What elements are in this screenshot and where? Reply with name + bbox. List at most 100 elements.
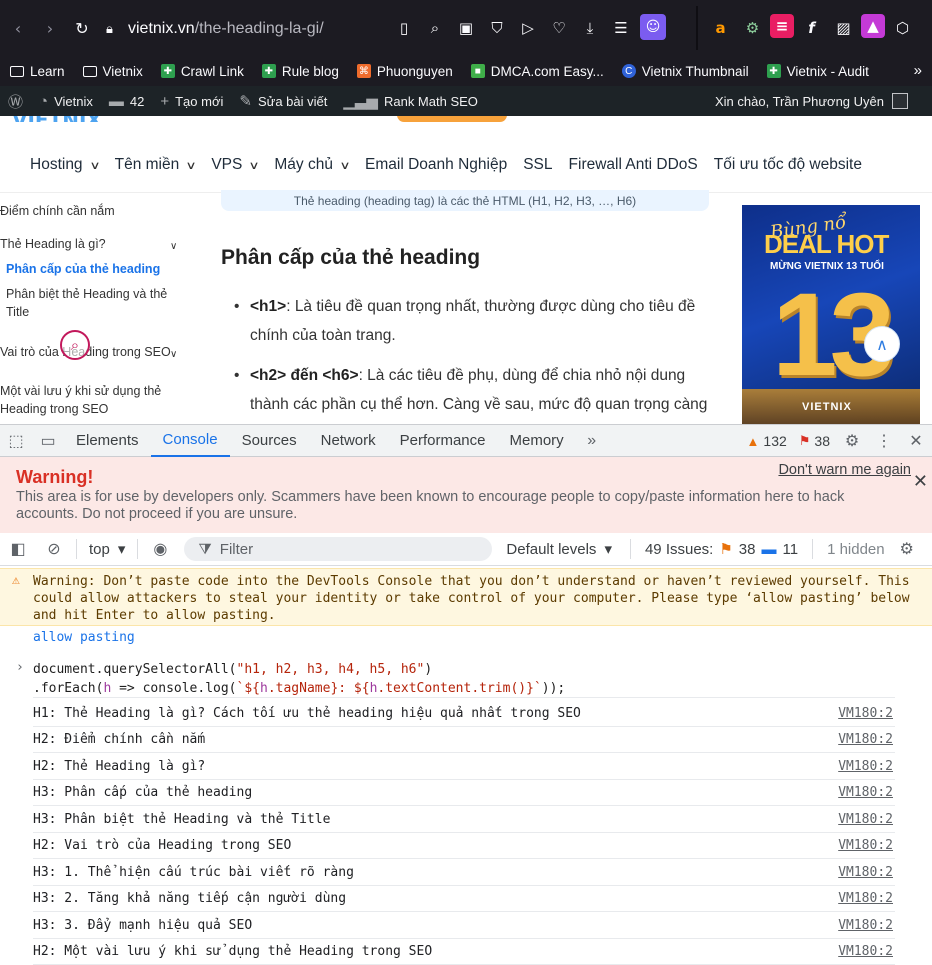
source-link[interactable]: VM180:2	[838, 865, 893, 880]
chevron-down-icon[interactable]: ∨	[170, 241, 177, 252]
header-cta-button[interactable]	[397, 116, 507, 122]
android-extension-icon[interactable]: ⚙	[738, 14, 767, 42]
tab-elements[interactable]: Elements	[64, 425, 151, 457]
bookmark-vietnix-audit[interactable]: ✚ Vietnix - Audit	[766, 64, 869, 79]
nav-item-firewall[interactable]: Firewall Anti DDoS	[569, 156, 698, 174]
screenshot-icon[interactable]: ▣	[452, 14, 480, 42]
source-link[interactable]: VM180:2	[838, 759, 893, 774]
source-link[interactable]: VM180:2	[838, 785, 893, 800]
nav-item-server[interactable]: Máy chủ ∨	[274, 156, 351, 174]
sidebar-toggle-icon[interactable]: ◧	[0, 533, 36, 565]
promo-banner[interactable]: Bùng nổ DEAL HOT MỪNG VIETNIX 13 TUỔI 13…	[742, 205, 920, 424]
site-logo[interactable]: VIETNIX	[12, 116, 142, 122]
extensions-icon[interactable]: ⬡	[888, 14, 917, 42]
heart-icon[interactable]: ♡	[545, 14, 573, 42]
bookmark-rule-blog[interactable]: ✚ Rule blog	[261, 64, 339, 79]
nav-item-hosting[interactable]: Hosting ∨	[30, 156, 100, 174]
play-icon[interactable]: ▷	[514, 14, 542, 42]
bookmarks-overflow-button[interactable]: »	[914, 62, 922, 79]
reload-icon[interactable]: ↻	[68, 14, 96, 42]
tab-sources[interactable]: Sources	[230, 425, 309, 457]
source-link[interactable]: VM180:2	[838, 944, 893, 959]
reader-view-icon[interactable]: ▯	[390, 14, 418, 42]
warnings-badge[interactable]: ▲ 132	[741, 433, 793, 449]
filter-input[interactable]: ⧩ Filter	[184, 537, 493, 561]
tab-network[interactable]: Network	[309, 425, 388, 457]
nav-item-email[interactable]: Email Doanh Nghiệp	[365, 156, 507, 174]
zoom-icon[interactable]: ⌕	[421, 14, 449, 42]
bookmark-dmca[interactable]: ■ DMCA.com Easy...	[470, 64, 604, 79]
wp-account-menu[interactable]: Xin chào, Trần Phương Uyên	[715, 86, 908, 116]
bookmark-learn[interactable]: Learn	[10, 64, 65, 79]
sheets-icon: ✚	[160, 64, 175, 78]
source-link[interactable]: VM180:2	[838, 838, 893, 853]
eye-icon[interactable]: ◉	[142, 533, 178, 565]
toc-item-notes-cont[interactable]: Heading trong SEO	[0, 402, 108, 416]
bookmark-vietnix-thumbnail[interactable]: C Vietnix Thumbnail	[621, 64, 749, 79]
wp-site-link[interactable]: ◔ Vietnix	[31, 93, 101, 110]
profile-icon[interactable]: ☺	[640, 14, 666, 40]
bookmark-crawl-link[interactable]: ✚ Crawl Link	[160, 64, 244, 79]
nav-item-ssl[interactable]: SSL	[523, 156, 552, 174]
main-navigation: Hosting ∨ Tên miền ∨ VPS ∨ Máy chủ ∨ Email D…	[30, 156, 862, 174]
wp-logo-button[interactable]: Ⓦ	[0, 91, 31, 112]
warning-icon: ▲	[746, 433, 760, 449]
download-icon[interactable]: ⤓	[576, 14, 604, 42]
source-link[interactable]: VM180:2	[838, 812, 893, 827]
flag-icon: ⚑	[798, 433, 811, 448]
source-link[interactable]: VM180:2	[838, 918, 893, 933]
log-levels-select[interactable]: Default levels ▾	[492, 540, 626, 559]
source-link[interactable]: VM180:2	[838, 732, 893, 747]
bookmark-phuonguyen[interactable]: ⌘ Phuonguyen	[356, 64, 453, 79]
dropdown-arrow-icon: ▾	[604, 541, 612, 558]
kebab-menu-icon[interactable]: ⋮	[868, 425, 900, 457]
close-icon[interactable]: ✕	[913, 471, 928, 492]
menu-icon[interactable]: ☰	[607, 14, 635, 42]
dont-warn-again-link[interactable]: Don't warn me again	[778, 462, 911, 478]
gear-icon[interactable]: ⚙	[836, 425, 868, 457]
toc-item-notes[interactable]: Một vài lưu ý khi sử dụng thẻ	[0, 384, 161, 398]
nav-item-domain[interactable]: Tên miền ∨	[115, 156, 197, 174]
device-toolbar-icon[interactable]: ▭	[32, 425, 64, 457]
browser-toolbar: ‹ › ↻ 🔒︎ vietnix.vn/the-heading-la-gi/ ▯…	[0, 0, 932, 56]
clear-console-icon[interactable]: ⊘	[36, 533, 72, 565]
gear-icon[interactable]: ⚙	[895, 533, 919, 565]
chevron-down-icon[interactable]: ∨	[170, 349, 177, 360]
forward-icon[interactable]: ›	[36, 14, 64, 42]
nav-item-vps[interactable]: VPS ∨	[211, 156, 260, 174]
tab-performance[interactable]: Performance	[388, 425, 498, 457]
font-extension-icon[interactable]: f	[797, 14, 826, 42]
toc-item-heading-vs-title-cont[interactable]: Title	[6, 305, 29, 319]
search-icon[interactable]: ⌕	[60, 330, 90, 360]
chevron-down-icon: ∨	[339, 159, 351, 172]
toc-item-heading-hierarchy[interactable]: Phân cấp của thẻ heading	[6, 262, 160, 276]
inspect-element-icon[interactable]: ⬚	[0, 425, 32, 457]
errors-badge[interactable]: ⚑ 38	[793, 433, 836, 449]
tab-memory[interactable]: Memory	[498, 425, 576, 457]
wp-new-link[interactable]: + Tạo mới	[152, 93, 231, 110]
stack-extension-icon[interactable]: ≡	[770, 14, 794, 38]
source-link[interactable]: VM180:2	[838, 891, 893, 906]
toc-item-key-points[interactable]: Điểm chính cần nắm	[0, 204, 115, 218]
wp-comments-link[interactable]: ▬ 42	[101, 93, 152, 110]
toolbar-divider	[629, 539, 631, 559]
chevron-down-icon: ∨	[185, 159, 197, 172]
close-icon[interactable]: ✕	[900, 425, 932, 457]
amazon-extension-icon[interactable]: a	[706, 14, 735, 42]
source-link[interactable]: VM180:2	[838, 706, 893, 721]
more-tabs-icon[interactable]: »	[576, 425, 608, 457]
nav-item-speed[interactable]: Tối ưu tốc độ website	[714, 156, 862, 174]
wp-edit-link[interactable]: ✎ Sửa bài viết	[231, 92, 335, 110]
bookmark-vietnix[interactable]: Vietnix	[82, 64, 143, 79]
wp-rankmath-link[interactable]: ▁▃▅ Rank Math SEO	[335, 92, 486, 110]
toc-item-heading-vs-title[interactable]: Phân biệt thẻ Heading và thẻ	[6, 287, 167, 301]
tab-console[interactable]: Console	[150, 425, 230, 457]
context-select[interactable]: top ▾	[81, 540, 133, 559]
image-extension-icon[interactable]: ▨	[829, 14, 858, 42]
toc-item-what-is-heading[interactable]: Thẻ Heading là gì?	[0, 237, 106, 251]
back-icon[interactable]: ‹	[4, 14, 32, 42]
shield-icon[interactable]: ⛉	[483, 14, 511, 42]
scroll-to-top-button[interactable]: ∧	[864, 326, 900, 362]
issues-counter[interactable]: 49 Issues: ⚑ 38 ▬ 11	[635, 540, 808, 559]
photo-extension-icon[interactable]: ▲	[861, 14, 885, 38]
